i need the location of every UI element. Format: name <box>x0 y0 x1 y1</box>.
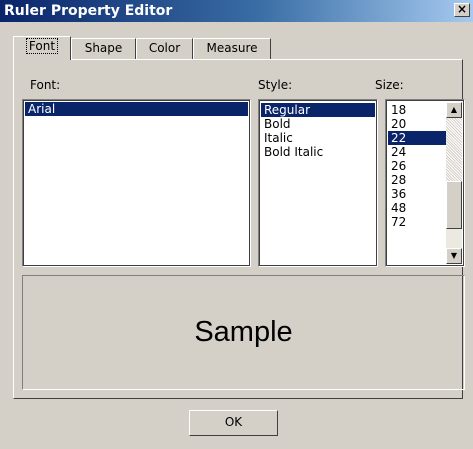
size-list-item[interactable]: 72 <box>388 215 446 229</box>
font-listbox[interactable]: Arial <box>22 99 251 267</box>
size-list-item[interactable]: 28 <box>388 173 446 187</box>
scrollbar-track[interactable] <box>446 118 462 181</box>
scroll-up-button[interactable]: ▲ <box>446 102 462 118</box>
down-arrow-icon: ▼ <box>450 251 458 260</box>
up-arrow-icon: ▲ <box>450 105 458 114</box>
title-bar[interactable]: Ruler Property Editor × <box>0 0 473 22</box>
ruler-property-editor-dialog: Ruler Property Editor × Font Shape Color… <box>0 0 473 449</box>
tab-shape-label: Shape <box>84 41 123 55</box>
size-scrollbar[interactable]: ▲ ▼ <box>446 102 462 264</box>
style-list-item-italic[interactable]: Italic <box>261 131 375 145</box>
size-label: Size: <box>375 78 404 92</box>
dialog-title: Ruler Property Editor <box>4 3 173 19</box>
style-list-item-regular[interactable]: Regular <box>261 103 375 117</box>
tab-font-label: Font <box>25 38 59 54</box>
scroll-down-button[interactable]: ▼ <box>446 248 462 264</box>
scrollbar-thumb[interactable] <box>446 181 462 229</box>
size-listbox[interactable]: 18 20 22 24 26 28 36 48 72 ▲ ▼ <box>385 99 465 267</box>
sample-preview: Sample <box>22 275 465 390</box>
size-list-item[interactable]: 18 <box>388 103 446 117</box>
tab-measure[interactable]: Measure <box>193 38 271 59</box>
size-list-item[interactable]: 48 <box>388 201 446 215</box>
size-list-item-selected[interactable]: 22 <box>388 131 446 145</box>
size-list-item[interactable]: 20 <box>388 117 446 131</box>
tab-shape[interactable]: Shape <box>71 38 136 59</box>
close-icon: × <box>456 2 468 16</box>
style-label: Style: <box>258 78 293 92</box>
style-listbox[interactable]: Regular Bold Italic Bold Italic <box>258 99 378 267</box>
tab-color-label: Color <box>148 41 181 55</box>
size-list-item[interactable]: 36 <box>388 187 446 201</box>
size-list-item[interactable]: 24 <box>388 145 446 159</box>
tab-color[interactable]: Color <box>136 38 193 59</box>
tab-font[interactable]: Font <box>13 36 71 60</box>
font-list-item[interactable]: Arial <box>25 102 248 116</box>
style-list-item-bold-italic[interactable]: Bold Italic <box>261 145 375 159</box>
ok-button[interactable]: OK <box>189 410 278 436</box>
close-button[interactable]: × <box>454 3 470 17</box>
font-label: Font: <box>30 78 61 92</box>
size-list-item[interactable]: 26 <box>388 159 446 173</box>
sample-text: Sample <box>194 316 293 348</box>
style-list-item-bold[interactable]: Bold <box>261 117 375 131</box>
tab-measure-label: Measure <box>206 41 258 55</box>
